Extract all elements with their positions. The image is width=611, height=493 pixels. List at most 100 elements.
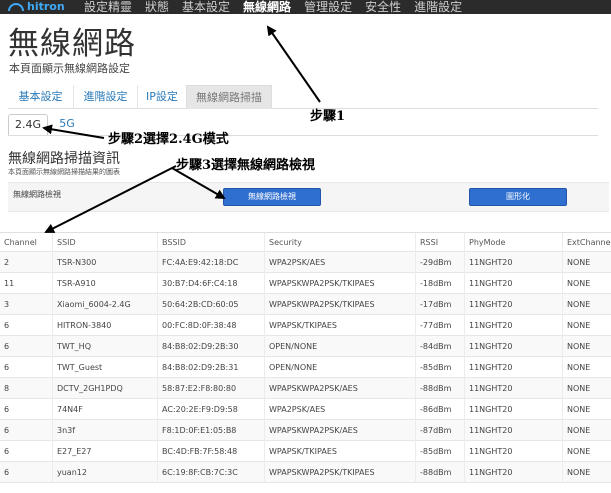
cell-channel: 3 [4, 300, 10, 309]
cell-security: WPAPSK/TKIPAES [264, 315, 415, 336]
cell-rssi: -77dBm [415, 315, 464, 336]
tab-wireless-scan[interactable]: 無線網路掃描 [186, 85, 272, 109]
header-extchannel: ExtChannel [562, 233, 611, 254]
cell-channel: 6 [4, 321, 10, 330]
cell-extchannel: NONE [562, 420, 611, 441]
cell-phymode: 11NGHT20 [464, 357, 562, 378]
graph-button[interactable]: 圖形化 [469, 188, 567, 206]
top-nav-bar: hitron 設定精靈 狀態 基本設定 無線網路 管理設定 安全性 進階設定 [0, 0, 611, 14]
cell-phymode: 11NGHT20 [464, 441, 562, 462]
cell-security: WPAPSKWPA2PSK/AES [264, 420, 415, 441]
cell-security: WPAPSKWPA2PSK/TKIPAES [264, 273, 415, 294]
cell-phymode: 11NGHT20 [464, 252, 562, 273]
band-tabs-divider [8, 135, 598, 136]
tab-advanced-settings[interactable]: 進階設定 [74, 85, 138, 109]
cell-extchannel: NONE [562, 441, 611, 462]
cell-phymode: 11NGHT20 [464, 315, 562, 336]
cell-extchannel: NONE [562, 252, 611, 273]
cell-phymode: 11NGHT20 [464, 420, 562, 441]
cell-channel: 6 [4, 468, 10, 477]
cell-security: WPA2PSK/AES [264, 252, 415, 273]
cell-extchannel: NONE [562, 399, 611, 420]
table-row: 6 E27_E27 BC:4D:FB:7F:58:48 WPAPSK/TKIPAES -… [0, 441, 611, 462]
table-row: 6 74N4F AC:20:2E:F9:D9:58 WPA2PSK/AES -86dBm… [0, 399, 611, 420]
cell-bssid: 30:B7:D4:6F:C4:18 [157, 273, 264, 294]
cell-phymode: 11NGHT20 [464, 294, 562, 315]
tab-band-5g[interactable]: 5G [52, 114, 82, 136]
cell-channel: 6 [4, 342, 10, 351]
cell-extchannel: NONE [562, 315, 611, 336]
cell-ssid: TWT_Guest [52, 357, 157, 378]
cell-ssid: TSR-A910 [52, 273, 157, 294]
cell-ssid: yuan12 [52, 462, 157, 483]
tab-ip-settings[interactable]: IP設定 [138, 85, 186, 109]
cell-bssid: 84:B8:02:D9:2B:31 [157, 357, 264, 378]
nav-item-admin[interactable]: 管理設定 [304, 0, 352, 14]
page-title: 無線網路 [8, 26, 136, 62]
cell-bssid: BC:4D:FB:7F:58:48 [157, 441, 264, 462]
cell-phymode: 11NGHT20 [464, 462, 562, 483]
cell-phymode: 11NGHT20 [464, 378, 562, 399]
nav-item-status[interactable]: 狀態 [145, 0, 169, 14]
cell-channel: 6 [4, 426, 10, 435]
header-rssi: RSSI [415, 233, 464, 254]
cell-bssid: FC:4A:E9:42:18:DC [157, 252, 264, 273]
cell-extchannel: NONE [562, 462, 611, 483]
cell-security: WPAPSKWPA2PSK/TKIPAES [264, 462, 415, 483]
table-row: 6 yuan12 6C:19:8F:CB:7C:3C WPAPSKWPA2PSK/TK… [0, 462, 611, 483]
cell-security: WPAPSKWPA2PSK/TKIPAES [264, 294, 415, 315]
cell-ssid: 3n3f [52, 420, 157, 441]
cell-rssi: -88dBm [415, 462, 464, 483]
nav-menu: 設定精靈 狀態 基本設定 無線網路 管理設定 安全性 進階設定 [84, 0, 462, 14]
cell-rssi: -85dBm [415, 441, 464, 462]
nav-item-wireless[interactable]: 無線網路 [243, 0, 291, 14]
nav-item-setup-wizard[interactable]: 設定精靈 [84, 0, 132, 14]
annotation-step2: 步驟2選擇2.4G模式 [108, 132, 229, 147]
cell-extchannel: NONE [562, 273, 611, 294]
cell-rssi: -29dBm [415, 252, 464, 273]
cell-channel: 6 [4, 447, 10, 456]
table-row: 6 TWT_HQ 84:B8:02:D9:2B:30 OPEN/NONE -84dBm 1… [0, 336, 611, 357]
cell-rssi: -85dBm [415, 357, 464, 378]
hitron-logo[interactable]: hitron [8, 0, 65, 14]
cell-channel: 2 [4, 258, 10, 267]
cell-ssid: HITRON-3840 [52, 315, 157, 336]
nav-item-advanced[interactable]: 進階設定 [414, 0, 462, 14]
cell-bssid: 00:FC:8D:0F:38:48 [157, 315, 264, 336]
annotation-step3: 步驟3選擇無線網路檢視 [176, 158, 316, 173]
page-subtitle: 本頁面顯示無線網路設定 [9, 62, 130, 75]
cell-security: OPEN/NONE [264, 336, 415, 357]
cell-channel: 11 [4, 279, 15, 288]
cell-ssid: DCTV_2GH1PDQ [52, 378, 157, 399]
cell-security: WPA2PSK/AES [264, 399, 415, 420]
nav-item-security[interactable]: 安全性 [365, 0, 401, 14]
cell-rssi: -86dBm [415, 399, 464, 420]
table-body: 2 TSR-N300 FC:4A:E9:42:18:DC WPA2PSK/AES -29… [0, 252, 611, 483]
section-title: 無線網路掃描資訊 [8, 151, 120, 167]
cell-ssid: E27_E27 [52, 441, 157, 462]
cell-rssi: -84dBm [415, 336, 464, 357]
header-ssid: SSID [52, 233, 157, 254]
cell-security: WPAPSK/TKIPAES [264, 441, 415, 462]
cell-ssid: TSR-N300 [52, 252, 157, 273]
nav-item-basic-settings[interactable]: 基本設定 [182, 0, 230, 14]
table-row: 6 HITRON-3840 00:FC:8D:0F:38:48 WPAPSK/TKIP… [0, 315, 611, 336]
cell-rssi: -18dBm [415, 273, 464, 294]
logo-arc-icon [8, 3, 24, 11]
cell-channel: 8 [4, 384, 10, 393]
cell-ssid: Xiaomi_6004-2.4G [52, 294, 157, 315]
wireless-scan-button[interactable]: 無線網路檢視 [223, 188, 321, 206]
table-row: 2 TSR-N300 FC:4A:E9:42:18:DC WPA2PSK/AES -29… [0, 252, 611, 273]
main-tabs: 基本設定 進階設定 IP設定 無線網路掃描 [8, 85, 598, 109]
table-row: 6 3n3f F8:1D:0F:E1:05:B8 WPAPSKWPA2PSK/AES -… [0, 420, 611, 441]
cell-ssid: 74N4F [52, 399, 157, 420]
cell-bssid: 6C:19:8F:CB:7C:3C [157, 462, 264, 483]
tab-basic-settings[interactable]: 基本設定 [8, 85, 74, 109]
cell-channel: 6 [4, 363, 10, 372]
cell-channel: 6 [4, 405, 10, 414]
table-row: 8 DCTV_2GH1PDQ 58:87:E2:F8:80:80 WPAPSKWPA2… [0, 378, 611, 399]
tab-band-2-4g[interactable]: 2.4G [8, 114, 48, 136]
cell-ssid: TWT_HQ [52, 336, 157, 357]
table-row: 6 TWT_Guest 84:B8:02:D9:2B:31 OPEN/NONE -85d… [0, 357, 611, 378]
cell-extchannel: NONE [562, 294, 611, 315]
